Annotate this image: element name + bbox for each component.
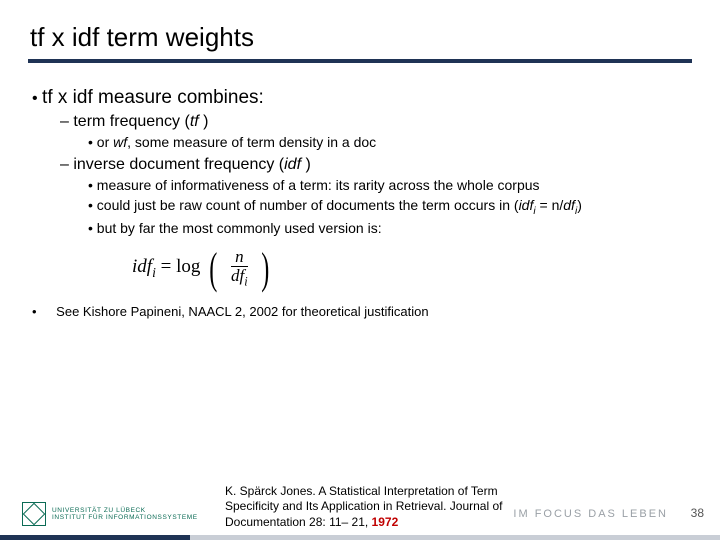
footer-motto: IM FOCUS DAS LEBEN — [513, 508, 668, 520]
term-idf: idf — [284, 156, 305, 173]
term-df: df — [563, 197, 575, 213]
term-tf: tf — [190, 113, 203, 130]
title-rule — [28, 59, 692, 63]
bullet-text: , some measure of term density in a doc — [127, 134, 376, 150]
bullet-text: or — [97, 134, 113, 150]
bullet-list-level1: tf x idf measure combines: term frequenc… — [32, 87, 692, 238]
bullet-item: could just be raw count of number of doc… — [88, 196, 692, 218]
bullet-item: inverse document frequency (idf ) measur… — [60, 156, 692, 238]
paren-right: ) — [261, 251, 269, 286]
bullet-list-level2: term frequency (tf ) or wf, some measure… — [60, 113, 692, 238]
bullet-item: or wf, some measure of term density in a… — [88, 133, 692, 152]
bullet-text: term frequency ( — [73, 113, 189, 130]
term-idf: idf — [519, 197, 534, 213]
university-logo: UNIVERSITÄT ZU LÜBECK INSTITUT FÜR INFOR… — [22, 502, 198, 526]
bullet-item: but by far the most commonly used versio… — [88, 219, 692, 238]
bullet-text: = n/ — [536, 197, 564, 213]
formula-eq: = log — [156, 256, 201, 277]
bullet-text: measure of informativeness of a term: it… — [97, 177, 540, 193]
bullet-text: ) — [305, 156, 310, 173]
note-list: See Kishore Papineni, NAACL 2, 2002 for … — [32, 304, 692, 319]
slide-title: tf x idf term weights — [28, 22, 692, 53]
bullet-text: inverse document frequency ( — [73, 156, 284, 173]
fraction-numerator: n — [231, 248, 248, 267]
slide: tf x idf term weights tf x idf measure c… — [0, 0, 720, 540]
fraction-denominator: dfi — [227, 267, 252, 288]
citation: K. Spärck Jones. A Statistical Interpret… — [225, 484, 535, 530]
slide-number: 38 — [691, 506, 704, 520]
bullet-text: ) — [203, 113, 208, 130]
slide-footer: UNIVERSITÄT ZU LÜBECK INSTITUT FÜR INFOR… — [0, 480, 720, 540]
note-text: See Kishore Papineni, NAACL 2, 2002 for … — [56, 304, 428, 319]
den-var: df — [231, 266, 244, 285]
formula-lhs-var: idf — [132, 256, 152, 277]
citation-year: 1972 — [372, 515, 399, 529]
bullet-text: tf x idf measure combines: — [42, 87, 264, 108]
bullet-item: measure of informativeness of a term: it… — [88, 176, 692, 195]
logo-line2: INSTITUT FÜR INFORMATIONSSYSTEME — [52, 514, 198, 521]
formula: idfi = log ( n dfi ) — [132, 248, 272, 288]
paren-left: ( — [210, 251, 218, 286]
logo-line1: UNIVERSITÄT ZU LÜBECK — [52, 507, 198, 514]
bullet-text: but by far the most commonly used versio… — [97, 220, 382, 236]
term-wf: wf — [113, 134, 127, 150]
bullet-item: tf x idf measure combines: term frequenc… — [32, 87, 692, 238]
footer-rule — [0, 535, 720, 540]
den-sub: i — [244, 274, 247, 288]
logo-icon — [22, 502, 46, 526]
bullet-list-level3: measure of informativeness of a term: it… — [88, 176, 692, 238]
logo-text: UNIVERSITÄT ZU LÜBECK INSTITUT FÜR INFOR… — [52, 507, 198, 521]
slide-content: tf x idf measure combines: term frequenc… — [28, 87, 692, 540]
note-item: See Kishore Papineni, NAACL 2, 2002 for … — [32, 304, 692, 319]
bullet-text: could just be raw count of number of doc… — [97, 197, 519, 213]
bullet-text: ) — [577, 197, 582, 213]
citation-text: K. Spärck Jones. A Statistical Interpret… — [225, 484, 502, 529]
fraction: n dfi — [227, 248, 252, 288]
formula-block: idfi = log ( n dfi ) — [132, 248, 692, 288]
bullet-list-level3: or wf, some measure of term density in a… — [88, 133, 692, 152]
bullet-item: term frequency (tf ) or wf, some measure… — [60, 113, 692, 152]
